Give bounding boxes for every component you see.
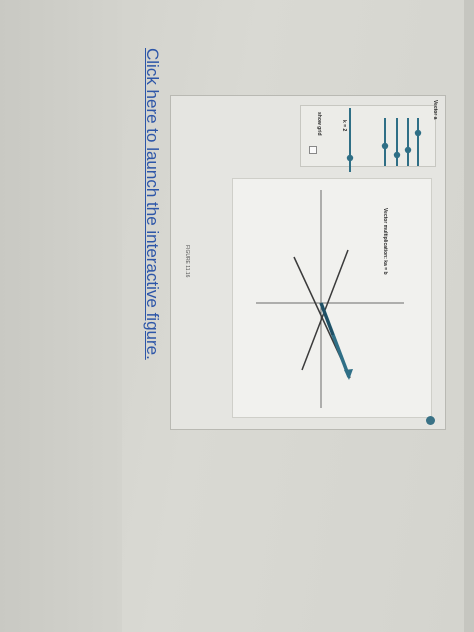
launch-figure-link-container[interactable]: Click here to launch the interactive fig… bbox=[142, 48, 162, 468]
figure-caption: FIGURE 11.16 bbox=[184, 245, 190, 278]
equation-label: k = 2 bbox=[341, 120, 347, 132]
panel-heading: Vector a bbox=[432, 100, 438, 120]
slider-handle-1[interactable] bbox=[414, 129, 422, 137]
show-grid-label: show grid bbox=[316, 112, 322, 136]
function-label: Vector multiplication: ka = b bbox=[382, 208, 388, 275]
vector-arrowhead-icon bbox=[344, 369, 353, 380]
slider-handle-4[interactable] bbox=[381, 142, 389, 150]
slider-group bbox=[346, 108, 422, 172]
reset-button[interactable] bbox=[426, 416, 435, 425]
show-grid-checkbox[interactable] bbox=[309, 146, 317, 154]
slider-handle-k[interactable] bbox=[346, 154, 354, 162]
slider-handle-2[interactable] bbox=[404, 146, 412, 154]
slider-handle-3[interactable] bbox=[393, 151, 401, 159]
launch-figure-link[interactable]: Click here to launch the interactive fig… bbox=[142, 48, 162, 360]
vector-plot bbox=[256, 108, 422, 408]
